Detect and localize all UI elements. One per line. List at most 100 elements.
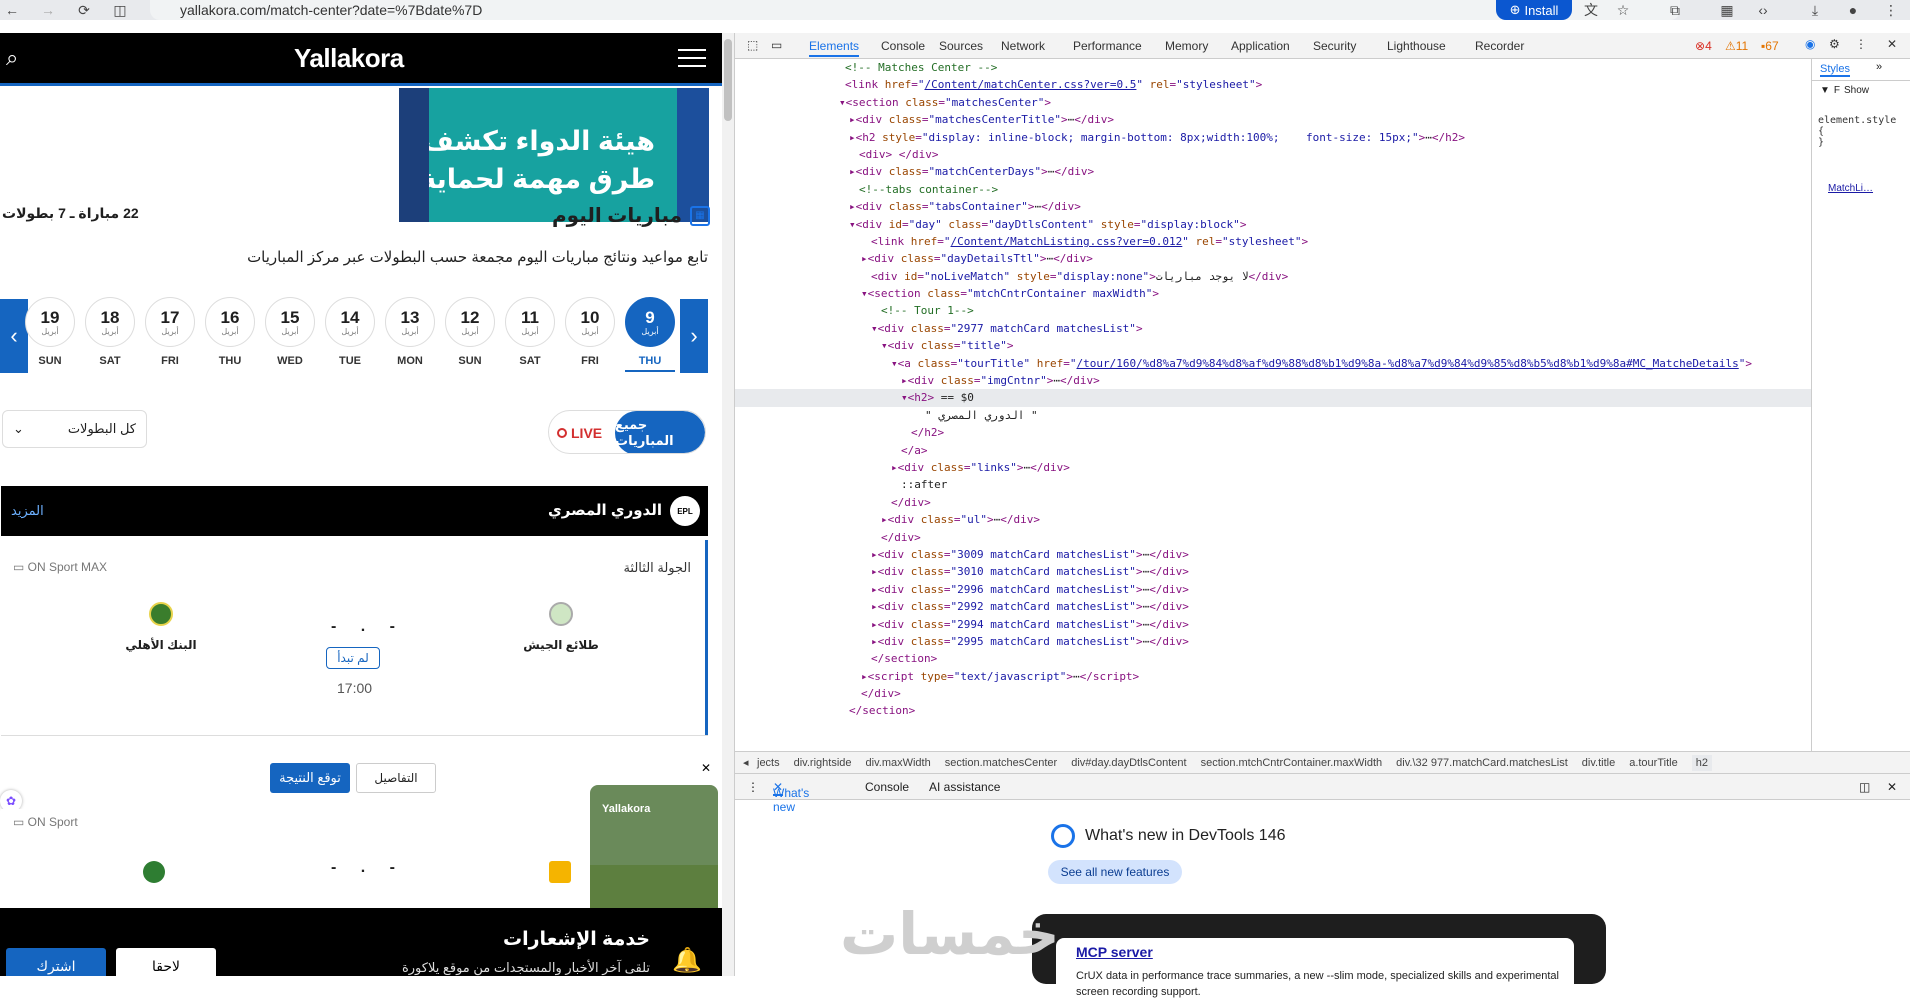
match-score: - . - [331, 859, 405, 876]
install-icon: ⊕ [1509, 2, 1521, 17]
settings-gear-icon[interactable]: ⚙ [1829, 37, 1840, 51]
info-count[interactable]: ▪67 [1761, 39, 1779, 53]
predict-button[interactable]: توقع النتيجة [270, 763, 350, 793]
reload-icon[interactable]: ⟳ [72, 0, 96, 20]
day-sat-11[interactable]: 11 أبريل SAT [505, 297, 555, 367]
breadcrumb-item[interactable]: jects [757, 757, 780, 769]
breadcrumb-item[interactable]: section.matchesCenter [945, 757, 1058, 769]
page-scrollbar[interactable] [722, 33, 734, 976]
close-drawer-icon[interactable]: ✕ [1887, 780, 1897, 794]
code-icon[interactable]: ‹› [1752, 0, 1774, 20]
day-number: 19 [40, 307, 60, 327]
device-toolbar-icon[interactable]: ▭ [771, 38, 782, 52]
day-fri-10[interactable]: 10 أبريل FRI [565, 297, 615, 367]
channel-label: ▭ ON Sport MAX [13, 560, 108, 574]
breadcrumb-item[interactable]: h2 [1691, 754, 1712, 771]
chevron-right-icon[interactable]: » [1876, 61, 1882, 73]
install-button[interactable]: ⊕ Install [1496, 0, 1572, 20]
forward-icon[interactable]: → [36, 0, 60, 20]
prev-day-arrow[interactable]: ‹ [0, 299, 28, 373]
styles-filter[interactable]: ▼ F Show [1820, 85, 1869, 96]
translate-icon[interactable]: 文 [1580, 0, 1602, 20]
video-logo: Yallakora [602, 803, 651, 815]
error-count[interactable]: ⊗4 [1695, 39, 1712, 53]
tab-network[interactable]: Network [1001, 39, 1045, 53]
tab-recorder[interactable]: Recorder [1475, 39, 1524, 53]
day-sat-18[interactable]: 18 أبريل SAT [85, 297, 135, 367]
ai-icon[interactable]: ◉ [1805, 37, 1815, 51]
day-circle: 19 أبريل [25, 297, 75, 347]
tab-whats-new[interactable]: What's new ✕ [773, 780, 809, 814]
address-bar[interactable]: yallakora.com/match-center?date=%7Bdate%… [150, 0, 1680, 20]
download-icon[interactable]: ⤓ [1804, 0, 1826, 20]
next-day-arrow[interactable]: › [680, 299, 708, 373]
tab-lighthouse[interactable]: Lighthouse [1387, 39, 1446, 53]
tab-ai-assistance[interactable]: AI assistance [929, 780, 1000, 794]
profile-avatar[interactable]: ● [1842, 0, 1864, 20]
dock-icon[interactable]: ◫ [1859, 780, 1870, 794]
apps-icon[interactable]: ▦ [1716, 0, 1738, 20]
day-thu-16[interactable]: 16 أبريل THU [205, 297, 255, 367]
close-devtools-icon[interactable]: ✕ [1887, 37, 1897, 51]
breadcrumb-item[interactable]: div.maxWidth [866, 757, 931, 769]
tournament-name[interactable]: الدوري المصري [548, 501, 662, 519]
breadcrumb-item[interactable]: section.mtchCntrContainer.maxWidth [1201, 757, 1383, 769]
subscribe-button[interactable]: اشترك [6, 948, 106, 976]
elements-tree[interactable]: <!-- Matches Center --> <link href="/Cont… [735, 59, 1811, 751]
breadcrumb-item[interactable]: div.title [1582, 757, 1615, 769]
hamburger-menu-icon[interactable] [678, 49, 706, 67]
details-button[interactable]: التفاصيل [356, 763, 436, 793]
tab-memory[interactable]: Memory [1165, 39, 1208, 53]
bookmark-star-icon[interactable]: ☆ [1612, 0, 1634, 20]
more-options-icon[interactable]: ⋮ [1855, 37, 1867, 51]
scrollbar-thumb[interactable] [724, 39, 732, 121]
tournament-filter[interactable]: ⌄ كل البطولات [2, 410, 147, 448]
day-thu-9[interactable]: 9 أبريل THU [625, 297, 675, 372]
day-wed-15[interactable]: 15 أبريل WED [265, 297, 315, 367]
all-matches-button[interactable]: جميع المباريات [615, 411, 705, 453]
feature-title-link[interactable]: MCP server [1076, 944, 1568, 960]
menu-icon[interactable]: ⋮ [1880, 0, 1902, 20]
warning-count[interactable]: ⚠11 [1725, 39, 1748, 53]
day-tue-14[interactable]: 14 أبريل TUE [325, 297, 375, 367]
breadcrumb-item[interactable]: div#day.dayDtlsContent [1071, 757, 1186, 769]
away-team[interactable]: البنك الأهلي [101, 602, 221, 652]
day-number: 13 [400, 307, 420, 327]
tab-sources[interactable]: Sources [939, 39, 983, 53]
see-all-button[interactable]: See all new features [1048, 860, 1182, 884]
breadcrumb-item[interactable]: a.tourTitle [1629, 757, 1678, 769]
day-mon-13[interactable]: 13 أبريل MON [385, 297, 435, 367]
extensions-icon[interactable]: ⧉ [1664, 0, 1686, 20]
live-toggle[interactable]: LIVE [557, 411, 602, 453]
tab-drawer-console[interactable]: Console [865, 780, 909, 794]
tab-performance[interactable]: Performance [1073, 39, 1142, 53]
day-sun-12[interactable]: 12 أبريل SUN [445, 297, 495, 367]
tournament-header[interactable]: المزيد الدوري المصري EPL [1, 486, 708, 536]
close-icon[interactable]: ✕ [698, 760, 714, 776]
home-team[interactable]: طلائع الجيش [501, 602, 621, 652]
element-style-rule[interactable]: element.style {} [1818, 115, 1908, 148]
tab-console[interactable]: Console [881, 39, 925, 53]
breadcrumb-item[interactable]: div.rightside [794, 757, 852, 769]
tab-security[interactable]: Security [1313, 39, 1356, 53]
inspect-icon[interactable]: ⬚ [747, 38, 758, 52]
back-icon[interactable]: ← [0, 0, 24, 20]
tab-elements[interactable]: Elements [809, 39, 860, 57]
tab-styles[interactable]: Styles [1820, 63, 1850, 77]
sidepanel-icon[interactable]: ◫ [108, 0, 132, 20]
more-link[interactable]: المزيد [11, 503, 44, 519]
day-number: 17 [160, 307, 180, 327]
search-icon[interactable]: ⌕ [6, 45, 18, 71]
drawer-menu-icon[interactable]: ⋮ [747, 780, 759, 794]
match-card[interactable]: ▭ ON Sport MAX الجولة الثالثة طلائع الجي… [1, 540, 708, 736]
later-button[interactable]: لاحقا [116, 948, 216, 976]
site-logo[interactable]: Yallakora [294, 43, 404, 74]
day-fri-17[interactable]: 17 أبريل FRI [145, 297, 195, 367]
ad-banner[interactable]: هيئة الدواء تكشف طرق مهمة لحماية [399, 88, 677, 222]
day-sun-19[interactable]: 19 أبريل SUN [25, 297, 75, 367]
stylesheet-link[interactable]: MatchLi… [1828, 183, 1873, 194]
weekday-label: FRI [161, 355, 179, 367]
tab-application[interactable]: Application [1231, 39, 1290, 53]
breadcrumb-item[interactable]: div.\32 977.matchCard.matchesList [1396, 757, 1568, 769]
crumb-scroll-left-icon[interactable]: ◂ [743, 756, 749, 769]
